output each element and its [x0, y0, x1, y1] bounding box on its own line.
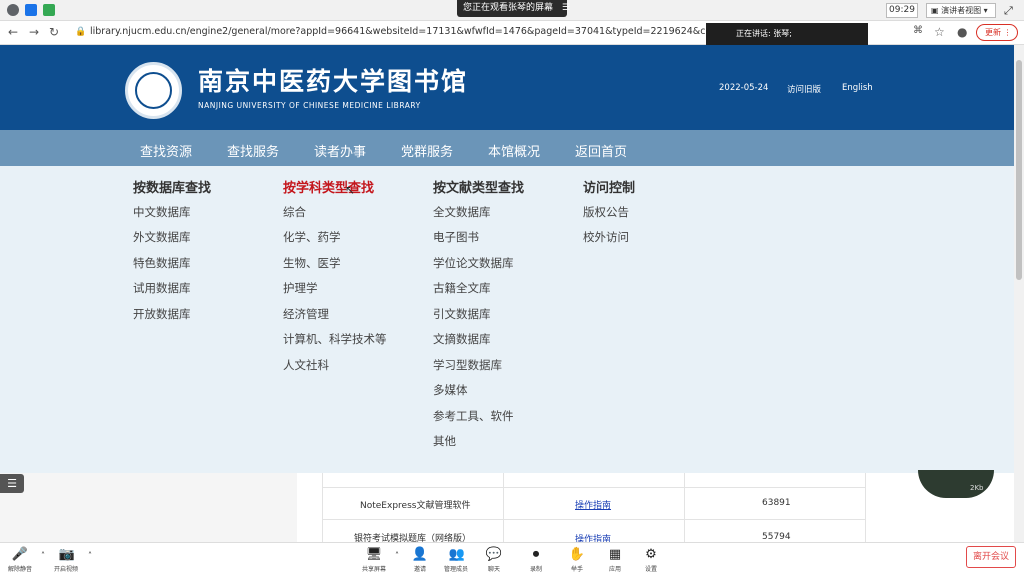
menu-reader-affairs[interactable]: 读者办事	[314, 141, 366, 160]
dropdown-item[interactable]: 引文数据库	[433, 306, 491, 322]
presenter-view-label: 演讲者视图	[941, 6, 982, 15]
table-divider	[503, 473, 504, 542]
apps-icon[interactable]: ▦	[605, 547, 625, 562]
library-name-cn[interactable]: 南京中医药大学图书馆	[198, 62, 468, 98]
chevron-up-icon[interactable]: ˄	[80, 551, 100, 560]
translate-icon[interactable]: ⌘	[913, 25, 923, 36]
dropdown-item[interactable]: 古籍全文库	[433, 280, 491, 296]
dropdown-item[interactable]: 电子图书	[433, 229, 479, 245]
dropdown-item[interactable]: 全文数据库	[433, 204, 491, 220]
table-cell-count: 63891	[762, 498, 791, 508]
browser-update-button[interactable]: 更新 ⋮	[976, 24, 1018, 41]
chat-icon[interactable]: 💬	[484, 547, 504, 562]
menu-home[interactable]: 返回首页	[575, 141, 627, 160]
dropdown-item[interactable]: 学位论文数据库	[433, 255, 514, 271]
dropdown-item[interactable]: 人文社科	[283, 357, 329, 373]
resources-dropdown: 按数据库查找 中文数据库 外文数据库 特色数据库 试用数据库 开放数据库 按学科…	[0, 166, 1014, 473]
update-label: 更新	[985, 28, 1001, 37]
reload-icon[interactable]: ↻	[49, 25, 59, 39]
mouse-cursor-icon: ↖	[345, 183, 356, 197]
dropdown-col-title[interactable]: 按数据库查找	[133, 177, 211, 196]
speaking-text: 正在讲话: 张琴;	[736, 29, 792, 38]
lock-icon[interactable]: 🔒	[75, 27, 86, 37]
back-icon[interactable]: ←	[8, 25, 18, 39]
fullscreen-icon[interactable]: ⤢	[1004, 4, 1013, 18]
dropdown-item[interactable]: 文摘数据库	[433, 331, 491, 347]
url-field[interactable]: library.njucm.edu.cn/engine2/general/mor…	[90, 26, 710, 37]
dropdown-item[interactable]: 计算机、科学技术等	[283, 331, 387, 347]
table-cell-guide-link[interactable]: 操作指南	[575, 498, 611, 511]
table-cell-name[interactable]: NoteExpress文献管理软件	[360, 498, 470, 511]
table-divider	[322, 473, 323, 542]
record-icon[interactable]: ⏺	[526, 547, 546, 562]
leave-meeting-button[interactable]: 离开会议	[966, 546, 1016, 568]
dropdown-item[interactable]: 学习型数据库	[433, 357, 502, 373]
scrollbar-thumb[interactable]	[1016, 60, 1022, 280]
dropdown-item[interactable]: 综合	[283, 204, 306, 220]
bookmark-star-icon[interactable]: ☆	[934, 25, 945, 39]
info-icon	[7, 4, 19, 16]
menu-about-library[interactable]: 本馆概况	[488, 141, 540, 160]
main-menu: 查找资源 查找服务 读者办事 党群服务 本馆概况 返回首页	[0, 130, 1014, 166]
profile-icon[interactable]: ●	[957, 25, 967, 39]
forward-icon[interactable]: →	[29, 25, 39, 39]
table-divider	[865, 473, 866, 542]
members-icon[interactable]: 👥	[447, 547, 467, 562]
video-off-icon[interactable]: 📷	[57, 547, 77, 562]
dropdown-item[interactable]: 参考工具、软件	[433, 408, 514, 424]
dropdown-item[interactable]: 试用数据库	[133, 280, 191, 296]
meeting-toolbar: 🎤 解除静音 ˄ 📷 开启视频 ˄ 🖥 共享屏幕 ˄ 👤 邀请 👥 管理成员 💬…	[0, 542, 1024, 573]
settings-gear-icon[interactable]: ⚙	[641, 547, 661, 562]
library-logo[interactable]	[125, 62, 182, 119]
banner-menu-icon: ☰	[561, 3, 570, 13]
chevron-up-icon[interactable]: ˄	[33, 551, 53, 560]
library-name-en: NANJING UNIVERSITY OF CHINESE MEDICINE L…	[198, 101, 421, 110]
dropdown-col-title[interactable]: 按文献类型查找	[433, 177, 524, 196]
signal-icon	[43, 4, 55, 16]
meeting-clock: 09:29	[886, 3, 918, 18]
list-toggle-icon[interactable]: ☰	[0, 474, 24, 493]
dropdown-item[interactable]: 经济管理	[283, 306, 329, 322]
share-banner-text: 您正在观看张琴的屏幕	[463, 3, 554, 13]
presenter-view-button[interactable]: ▣ 演讲者视图 ▾	[926, 3, 996, 18]
dropdown-col-title[interactable]: 访问控制	[583, 177, 635, 196]
shield-icon	[25, 4, 37, 16]
chevron-down-icon: ▾	[981, 6, 988, 15]
menu-find-services[interactable]: 查找服务	[227, 141, 279, 160]
logo-emblem	[135, 72, 172, 109]
table-divider	[322, 487, 865, 488]
table-divider	[684, 473, 685, 542]
grid-icon: ▣	[931, 6, 942, 15]
left-panel	[0, 473, 297, 542]
dropdown-col-title-active[interactable]: 按学科类型查找	[283, 177, 374, 196]
table-divider	[322, 519, 865, 520]
dropdown-item[interactable]: 护理学	[283, 280, 318, 296]
microphone-muted-icon[interactable]: 🎤	[10, 547, 30, 562]
library-header: 南京中医药大学图书馆 NANJING UNIVERSITY OF CHINESE…	[0, 45, 1014, 130]
dropdown-item[interactable]: 其他	[433, 433, 456, 449]
dropdown-item[interactable]: 生物、医学	[283, 255, 341, 271]
dropdown-item[interactable]: 化学、药学	[283, 229, 341, 245]
dropdown-item[interactable]: 开放数据库	[133, 306, 191, 322]
dropdown-item[interactable]: 版权公告	[583, 204, 629, 220]
browser-address-bar: ← → ↻ 🔒 library.njucm.edu.cn/engine2/gen…	[0, 21, 1024, 45]
header-date: 2022-05-24	[719, 83, 769, 93]
dropdown-item[interactable]: 多媒体	[433, 382, 468, 398]
screen-share-banner[interactable]: 您正在观看张琴的屏幕 ☰	[457, 0, 570, 17]
raise-hand-icon[interactable]: ✋	[567, 547, 587, 562]
old-site-link[interactable]: 访问旧版	[787, 83, 821, 95]
dropdown-item[interactable]: 特色数据库	[133, 255, 191, 271]
dropdown-item[interactable]: 中文数据库	[133, 204, 191, 220]
english-link[interactable]: English	[842, 83, 873, 93]
widget-value: 2Kb	[970, 484, 984, 492]
dropdown-item[interactable]: 校外访问	[583, 229, 629, 245]
table-cell-count: 55794	[762, 532, 791, 542]
chevron-up-icon[interactable]: ˄	[387, 551, 407, 560]
invite-icon[interactable]: 👤	[410, 547, 430, 562]
share-screen-icon[interactable]: 🖥	[364, 547, 384, 562]
speaking-indicator: 正在讲话: 张琴;	[706, 23, 868, 45]
dropdown-item[interactable]: 外文数据库	[133, 229, 191, 245]
menu-find-resources[interactable]: 查找资源	[140, 141, 192, 160]
menu-party-services[interactable]: 党群服务	[401, 141, 453, 160]
